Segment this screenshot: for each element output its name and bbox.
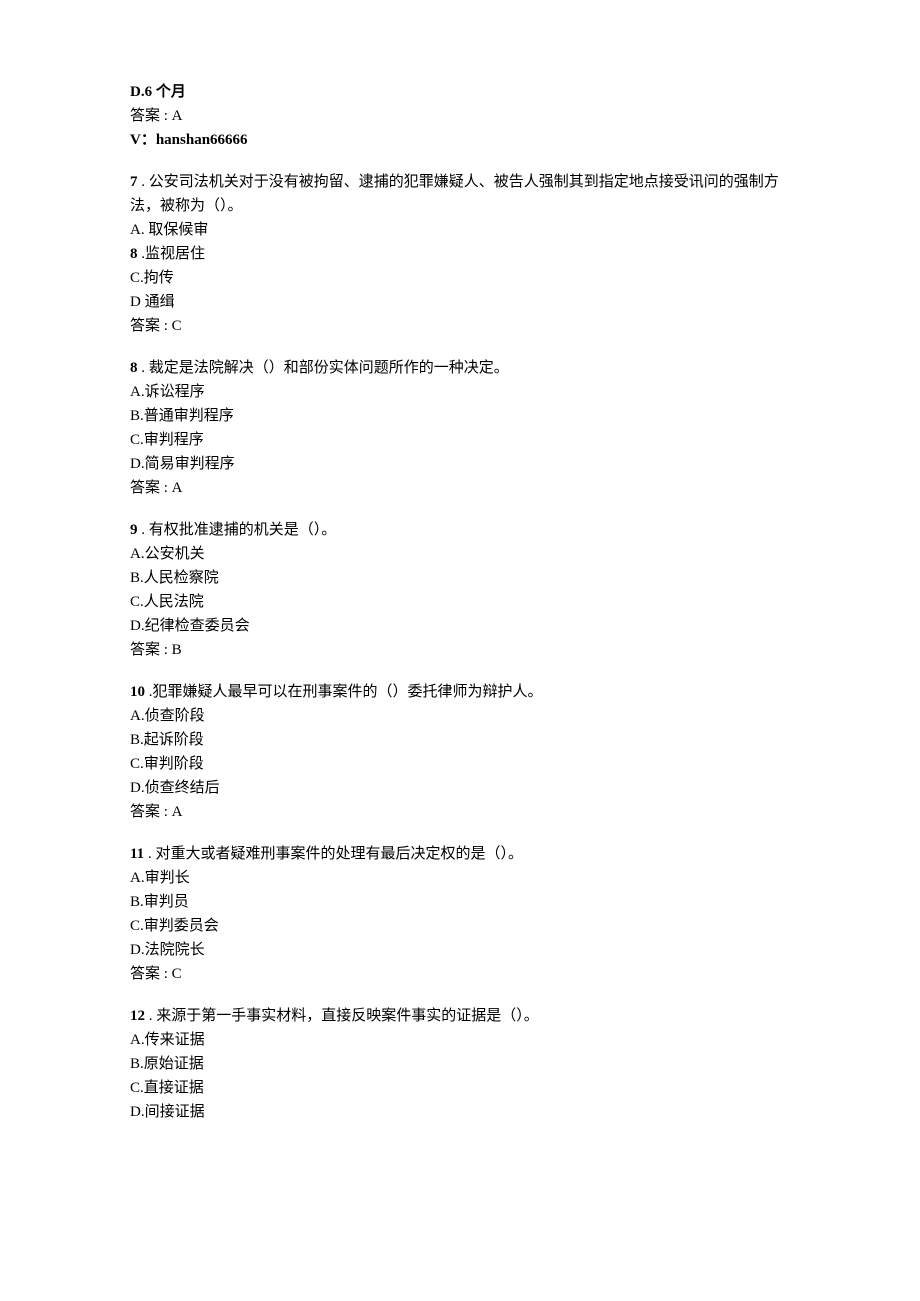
answer-line: 答案 : A <box>130 476 790 500</box>
option-c: C.人民法院 <box>130 590 790 614</box>
option-b: B.人民检察院 <box>130 566 790 590</box>
option-d: D.6 个月 <box>130 80 790 104</box>
option-a: A.传来证据 <box>130 1028 790 1052</box>
option-c: C.直接证据 <box>130 1076 790 1100</box>
question-text: 11 . 对重大或者疑难刑事案件的处理有最后决定权的是（）。 <box>130 842 790 866</box>
option-d: D 通缉 <box>130 290 790 314</box>
option-b: 8 .监视居住 <box>130 242 790 266</box>
option-a: A.诉讼程序 <box>130 380 790 404</box>
answer-line: 答案 : A <box>130 104 790 128</box>
question-text: 8 . 裁定是法院解决（）和部份实体问题所作的一种决定。 <box>130 356 790 380</box>
option-b: B.原始证据 <box>130 1052 790 1076</box>
question-11: 11 . 对重大或者疑难刑事案件的处理有最后决定权的是（）。 A.审判长 B.审… <box>130 842 790 986</box>
option-c: C.审判阶段 <box>130 752 790 776</box>
question-text: 9 . 有权批准逮捕的机关是（）。 <box>130 518 790 542</box>
top-fragment: D.6 个月 答案 : A V：hanshan66666 <box>130 80 790 152</box>
option-b: B.起诉阶段 <box>130 728 790 752</box>
option-a: A.审判长 <box>130 866 790 890</box>
option-b: B.普通审判程序 <box>130 404 790 428</box>
question-7: 7 . 公安司法机关对于没有被拘留、逮捕的犯罪嫌疑人、被告人强制其到指定地点接受… <box>130 170 790 338</box>
option-c: C.拘传 <box>130 266 790 290</box>
question-text: 10 .犯罪嫌疑人最早可以在刑事案件的（）委托律师为辩护人。 <box>130 680 790 704</box>
option-a: A.侦查阶段 <box>130 704 790 728</box>
option-c: C.审判委员会 <box>130 914 790 938</box>
question-text: 12 . 来源于第一手事实材料，直接反映案件事实的证据是（）。 <box>130 1004 790 1028</box>
v-line: V：hanshan66666 <box>130 128 790 152</box>
option-d: D.纪律检查委员会 <box>130 614 790 638</box>
question-9: 9 . 有权批准逮捕的机关是（）。 A.公安机关 B.人民检察院 C.人民法院 … <box>130 518 790 662</box>
question-8: 8 . 裁定是法院解决（）和部份实体问题所作的一种决定。 A.诉讼程序 B.普通… <box>130 356 790 500</box>
option-b: B.审判员 <box>130 890 790 914</box>
question-text: 7 . 公安司法机关对于没有被拘留、逮捕的犯罪嫌疑人、被告人强制其到指定地点接受… <box>130 170 790 218</box>
option-d: D.侦查终结后 <box>130 776 790 800</box>
option-c: C.审判程序 <box>130 428 790 452</box>
option-a: A. 取保候审 <box>130 218 790 242</box>
option-a: A.公安机关 <box>130 542 790 566</box>
answer-line: 答案 : B <box>130 638 790 662</box>
question-12: 12 . 来源于第一手事实材料，直接反映案件事实的证据是（）。 A.传来证据 B… <box>130 1004 790 1124</box>
answer-line: 答案 : C <box>130 962 790 986</box>
option-d: D.间接证据 <box>130 1100 790 1124</box>
answer-line: 答案 : C <box>130 314 790 338</box>
option-d: D.简易审判程序 <box>130 452 790 476</box>
document-page: D.6 个月 答案 : A V：hanshan66666 7 . 公安司法机关对… <box>0 0 920 1301</box>
option-d: D.法院院长 <box>130 938 790 962</box>
answer-line: 答案 : A <box>130 800 790 824</box>
question-10: 10 .犯罪嫌疑人最早可以在刑事案件的（）委托律师为辩护人。 A.侦查阶段 B.… <box>130 680 790 824</box>
